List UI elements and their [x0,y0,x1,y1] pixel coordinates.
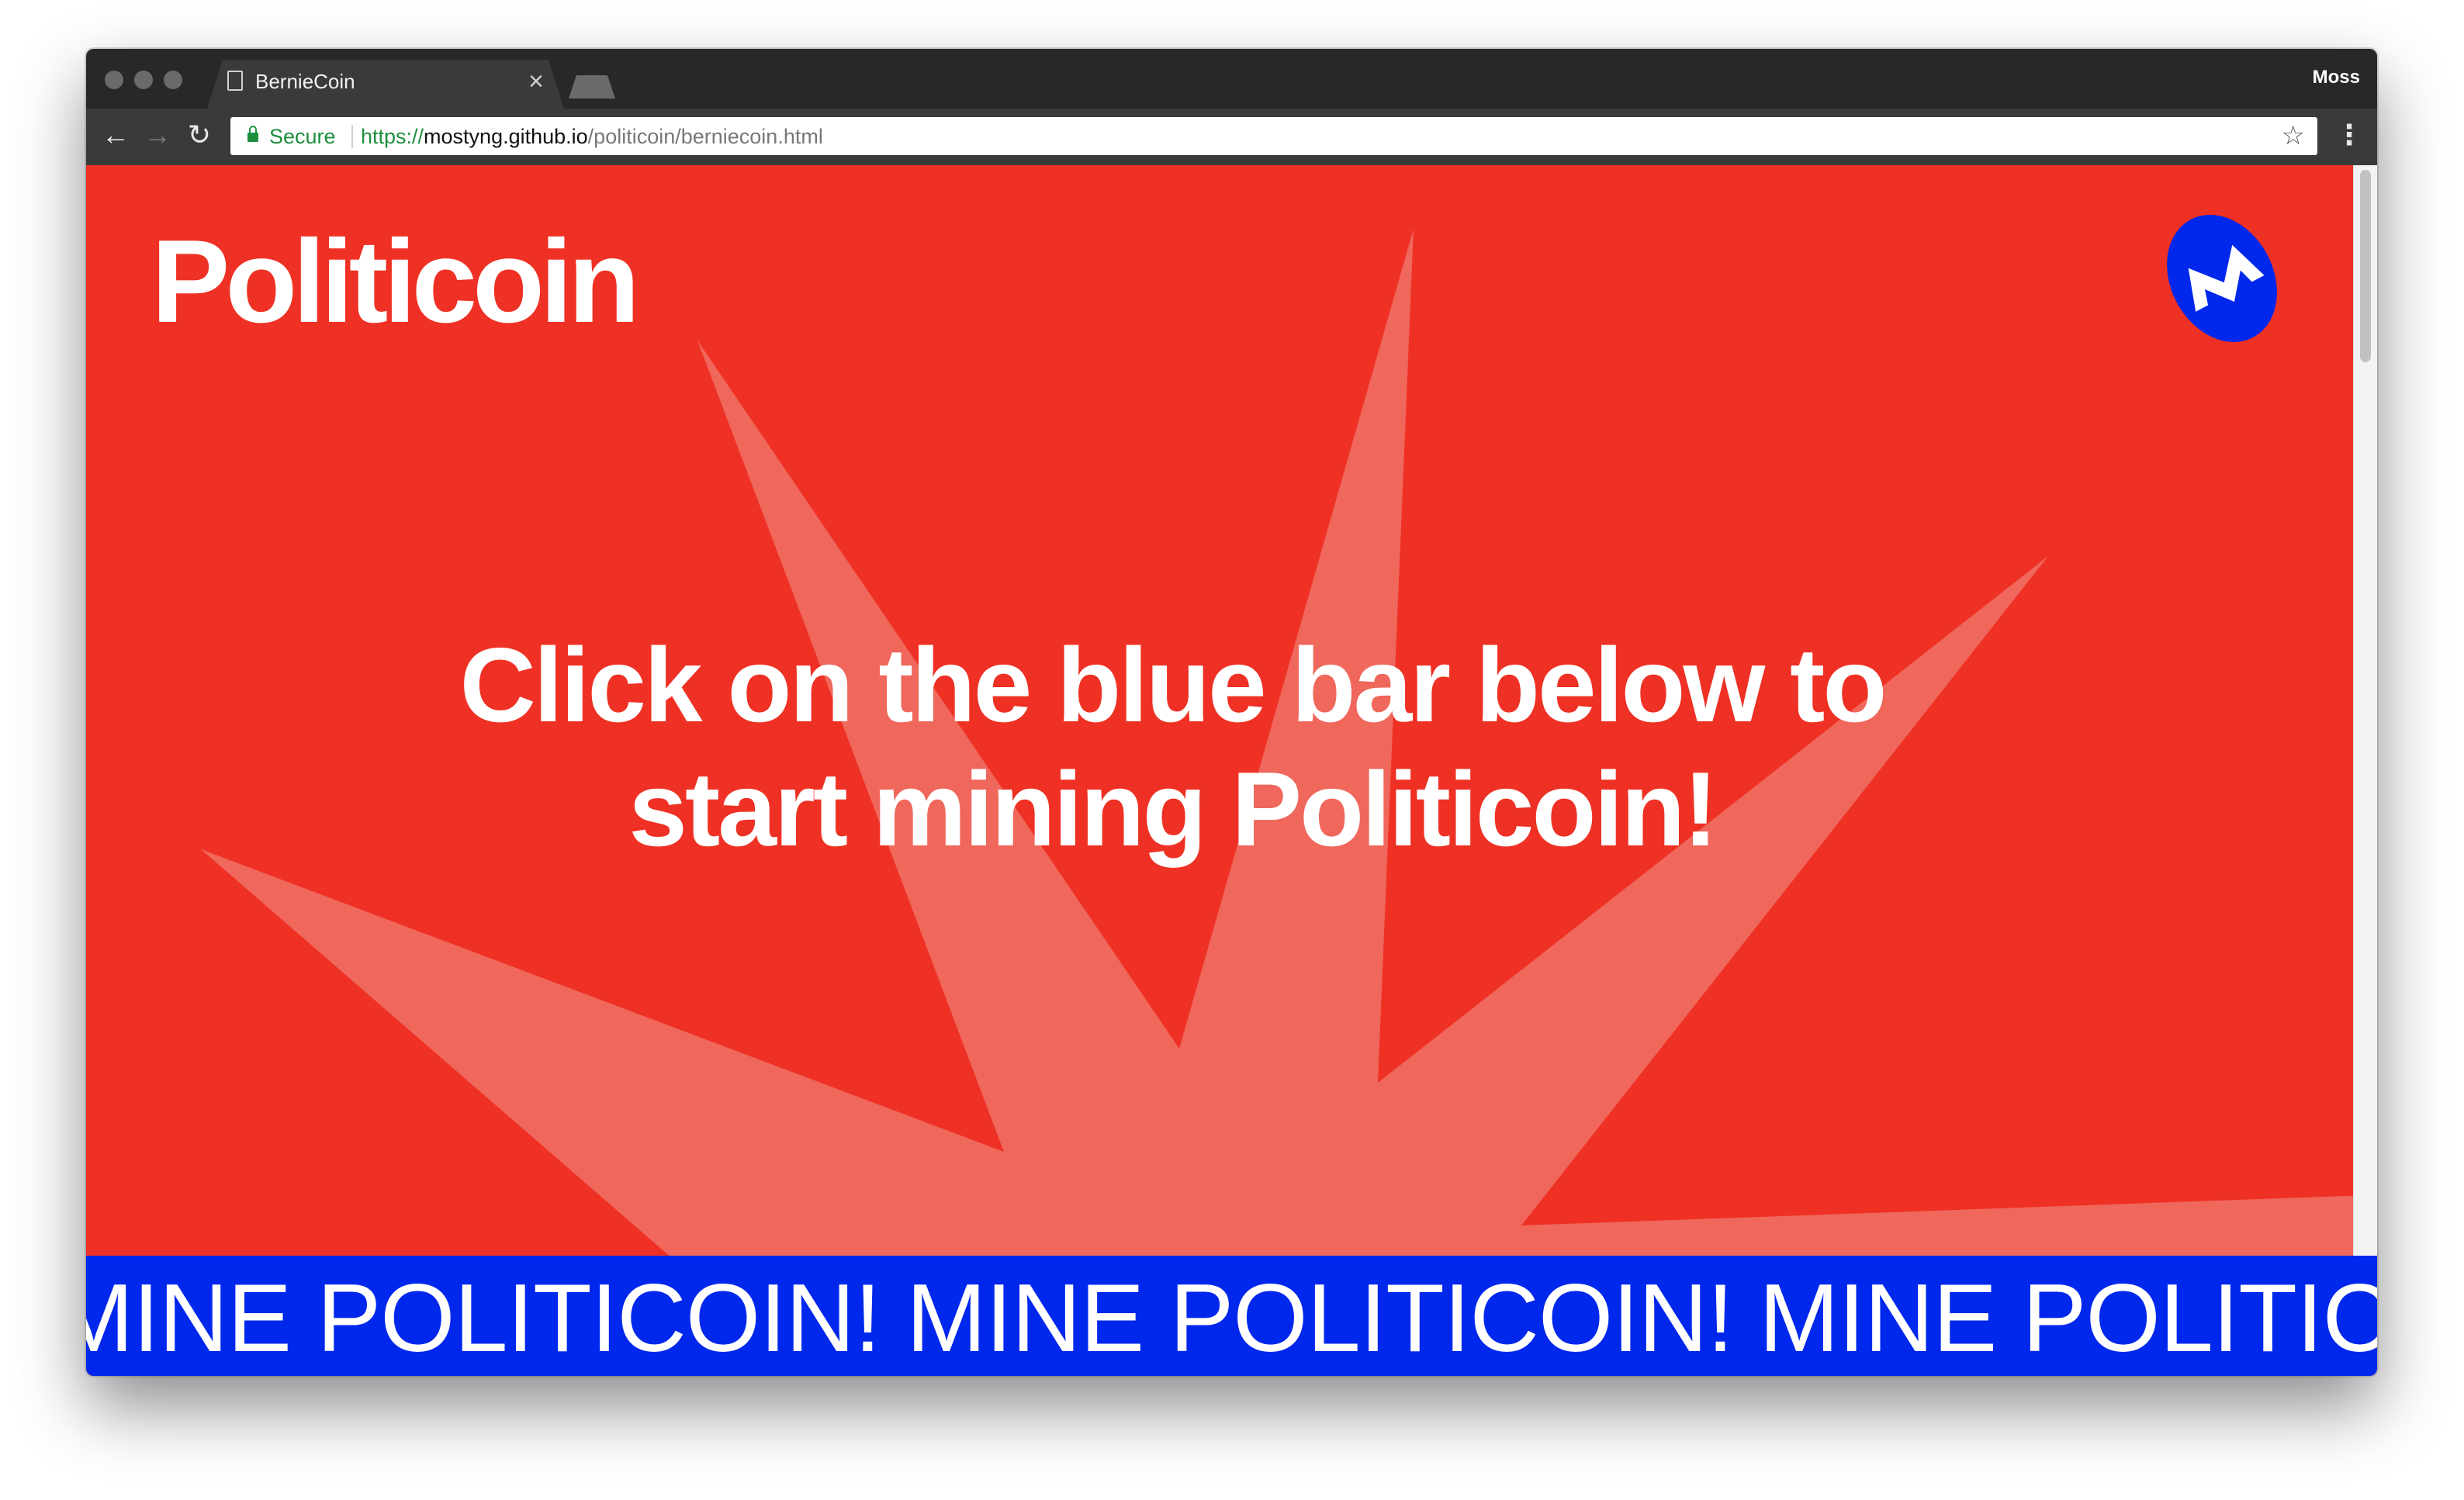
forward-arrow-icon[interactable]: → [142,119,173,150]
minimize-window-icon[interactable] [134,71,153,89]
address-bar[interactable]: Secure https://mostyng.github.io/politic… [230,117,2317,155]
close-window-icon[interactable] [105,71,123,89]
page-content: Politicoin Click on the blue bar below t… [86,165,2377,1376]
page-icon [227,71,243,91]
politicoin-logo[interactable]: Politicoin [151,219,640,344]
zoom-window-icon[interactable] [164,71,182,89]
browser-menu-icon[interactable]: ⋮ [2334,119,2365,150]
lock-icon [247,126,258,142]
tab-strip: BernieCoin × Moss [86,49,2377,109]
profile-button[interactable]: Moss [2313,66,2360,89]
tab-close-icon[interactable]: × [528,66,544,97]
url-scheme: https:// [361,125,424,148]
back-arrow-icon[interactable]: ← [100,119,131,150]
monero-logo-icon[interactable] [2160,209,2284,348]
headline-line-1: Click on the blue bar below to [459,626,1888,744]
mine-politicoin-bar[interactable]: MINE POLITICOIN! MINE POLITICOIN! MINE P… [86,1256,2377,1376]
vertical-scrollbar[interactable] [2353,165,2377,1259]
secure-label: Secure [269,125,336,148]
bookmark-star-icon[interactable]: ☆ [2282,120,2305,151]
reload-icon[interactable]: ↻ [184,119,215,150]
headline: Click on the blue bar below to start min… [319,623,2026,871]
headline-line-2: start mining Politicoin! [628,750,1718,868]
browser-window: BernieCoin × Moss ← → ↻ Secure https://m… [86,49,2377,1376]
url-path: /politicoin/berniecoin.html [587,125,823,148]
url-divider [351,125,353,148]
mine-bar-marquee-text: MINE POLITICOIN! MINE POLITICOIN! MINE P… [86,1265,2377,1372]
new-tab-button[interactable] [569,75,615,99]
url-host: mostyng.github.io [424,125,588,148]
tab-title: BernieCoin [255,70,355,93]
url-text[interactable]: https://mostyng.github.io/politicoin/ber… [361,124,823,149]
browser-toolbar: ← → ↻ Secure https://mostyng.github.io/p… [86,109,2377,165]
scrollbar-thumb[interactable] [2360,170,2371,362]
